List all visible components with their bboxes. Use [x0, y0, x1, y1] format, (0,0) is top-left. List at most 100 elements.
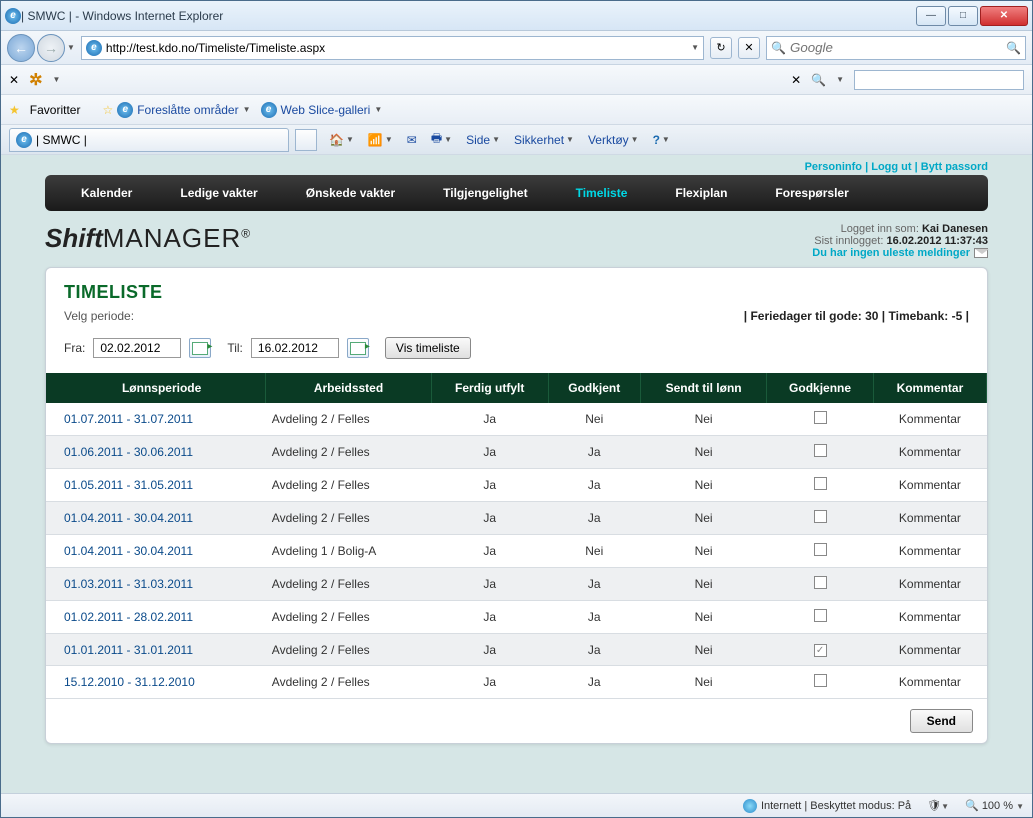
minimize-button[interactable]: —	[916, 6, 946, 26]
comment-link[interactable]: Kommentar	[899, 544, 961, 558]
status-cell: Nei	[640, 403, 766, 436]
home-button[interactable]: 🏠▼	[329, 133, 354, 147]
search-go-icon[interactable]: 🔍	[1006, 41, 1021, 55]
tools-menu[interactable]: Verktøy▼	[588, 133, 639, 147]
help-button[interactable]: ?▼	[653, 133, 670, 147]
panel-title: TIMELISTE	[46, 268, 987, 309]
approve-checkbox[interactable]	[814, 576, 827, 589]
new-tab-button[interactable]	[295, 129, 317, 151]
period-link[interactable]: 01.05.2011 - 31.05.2011	[64, 478, 193, 492]
refresh-button[interactable]: ↻	[710, 37, 732, 59]
status-cell: Ja	[431, 634, 548, 666]
approve-checkbox[interactable]	[814, 609, 827, 622]
nav-item-tilgjengelighet[interactable]: Tilgjengelighet	[419, 186, 551, 200]
approve-checkbox[interactable]	[814, 477, 827, 490]
close-button[interactable]: ✕	[980, 6, 1028, 26]
page-tab[interactable]: e | SMWC |	[9, 128, 289, 152]
column-header: Sendt til lønn	[640, 373, 766, 403]
comment-link[interactable]: Kommentar	[899, 643, 961, 657]
approve-checkbox[interactable]	[814, 510, 827, 523]
zoom-control[interactable]: 🔍 100 % ▼	[965, 799, 1024, 812]
favorites-label[interactable]: Favoritter	[30, 103, 81, 117]
window-title: | SMWC | - Windows Internet Explorer	[21, 9, 916, 23]
search-input[interactable]	[790, 40, 1002, 55]
address-bar[interactable]: e ▼	[81, 36, 704, 60]
nav-item-timeliste[interactable]: Timeliste	[552, 186, 652, 200]
toolbar-extension-dropdown[interactable]: ▼	[52, 75, 60, 84]
nav-item-ledige-vakter[interactable]: Ledige vakter	[156, 186, 281, 200]
url-dropdown[interactable]: ▼	[691, 43, 699, 52]
approve-checkbox[interactable]	[814, 543, 827, 556]
period-link[interactable]: 01.03.2011 - 31.03.2011	[64, 577, 193, 591]
favorites-toolbar: ★ Favoritter ☆ e Foreslåtte områder ▼ e …	[1, 95, 1032, 125]
nav-item-kalender[interactable]: Kalender	[57, 186, 156, 200]
period-link[interactable]: 01.01.2011 - 31.01.2011	[64, 643, 193, 657]
feeds-button[interactable]: 📶▼	[368, 133, 393, 147]
toolbar-search-field[interactable]	[854, 70, 1024, 90]
table-row: 01.02.2011 - 28.02.2011Avdeling 2 / Fell…	[46, 601, 987, 634]
toolbar-extension-icon[interactable]: ✲	[29, 70, 42, 90]
page-menu[interactable]: Side▼	[466, 133, 500, 147]
comment-link[interactable]: Kommentar	[899, 577, 961, 591]
select-period-label: Velg periode:	[64, 309, 134, 323]
safety-menu[interactable]: Sikkerhet▼	[514, 133, 574, 147]
approve-checkbox[interactable]	[814, 644, 827, 657]
comment-link[interactable]: Kommentar	[899, 675, 961, 689]
toolbar-close-right-icon[interactable]: ✕	[791, 73, 801, 87]
from-date-input[interactable]	[93, 338, 181, 358]
status-cell: Nei	[640, 634, 766, 666]
webslice-link[interactable]: e Web Slice-galleri ▼	[261, 102, 383, 118]
comment-link[interactable]: Kommentar	[899, 445, 961, 459]
mail-button[interactable]: ✉	[407, 133, 417, 147]
url-input[interactable]	[106, 41, 687, 55]
suggested-star-icon: ☆	[102, 103, 113, 117]
forward-button[interactable]: →	[37, 34, 65, 62]
change-password-link[interactable]: Bytt passord	[921, 161, 988, 173]
period-link[interactable]: 01.04.2011 - 30.04.2011	[64, 544, 193, 558]
period-link[interactable]: 15.12.2010 - 31.12.2010	[64, 675, 195, 689]
to-calendar-icon[interactable]	[347, 338, 369, 358]
status-cell: Ja	[548, 568, 640, 601]
period-link[interactable]: 01.04.2011 - 30.04.2011	[64, 511, 193, 525]
stop-button[interactable]: ✕	[738, 37, 760, 59]
nav-item-flexiplan[interactable]: Flexiplan	[651, 186, 751, 200]
maximize-button[interactable]: □	[948, 6, 978, 26]
send-button[interactable]: Send	[910, 709, 973, 733]
show-timeliste-button[interactable]: Vis timeliste	[385, 337, 471, 359]
to-date-input[interactable]	[251, 338, 339, 358]
search-bar[interactable]: 🔍 🔍	[766, 36, 1026, 60]
approve-checkbox[interactable]	[814, 411, 827, 424]
period-link[interactable]: 01.02.2011 - 28.02.2011	[64, 610, 193, 624]
login-info: Logget inn som: Kai Danesen Sist innlogg…	[812, 223, 988, 259]
protected-mode-toggle[interactable]: 🛡▼	[927, 799, 949, 812]
nav-item-ønskede-vakter[interactable]: Ønskede vakter	[282, 186, 419, 200]
approve-checkbox[interactable]	[814, 674, 827, 687]
favorites-star-icon[interactable]: ★	[9, 103, 20, 117]
personinfo-link[interactable]: Personinfo	[805, 161, 862, 173]
back-button[interactable]: ←	[7, 34, 35, 62]
period-link[interactable]: 01.06.2011 - 30.06.2011	[64, 445, 193, 459]
status-cell: Nei	[640, 535, 766, 568]
nav-history-dropdown[interactable]: ▼	[67, 43, 75, 52]
from-calendar-icon[interactable]	[189, 338, 211, 358]
comment-link[interactable]: Kommentar	[899, 478, 961, 492]
top-links: Personinfo | Logg ut | Bytt passord	[1, 155, 1032, 175]
print-button[interactable]: 🖶▼	[431, 129, 452, 150]
suggested-sites-link[interactable]: Foreslåtte områder ▼	[137, 103, 250, 117]
nav-item-forespørsler[interactable]: Forespørsler	[751, 186, 872, 200]
approve-checkbox[interactable]	[814, 444, 827, 457]
comment-link[interactable]: Kommentar	[899, 511, 961, 525]
tab-toolbar: e | SMWC | 🏠▼ 📶▼ ✉ 🖶▼ Side▼ Sikkerhet▼ V…	[1, 125, 1032, 155]
logout-link[interactable]: Logg ut	[871, 161, 911, 173]
column-header: Lønnsperiode	[46, 373, 266, 403]
unread-messages-link[interactable]: Du har ingen uleste meldinger	[812, 247, 970, 259]
status-cell: Ja	[431, 469, 548, 502]
toolbar-search-dropdown[interactable]: ▼	[836, 75, 844, 84]
comment-link[interactable]: Kommentar	[899, 610, 961, 624]
toolbar-search-icon[interactable]: 🔍	[811, 73, 826, 87]
toolbar-close-icon[interactable]: ✕	[9, 73, 19, 87]
page-content: Personinfo | Logg ut | Bytt passord Kale…	[1, 155, 1032, 793]
period-link[interactable]: 01.07.2011 - 31.07.2011	[64, 412, 193, 426]
search-provider-icon[interactable]: 🔍	[771, 41, 786, 55]
comment-link[interactable]: Kommentar	[899, 412, 961, 426]
